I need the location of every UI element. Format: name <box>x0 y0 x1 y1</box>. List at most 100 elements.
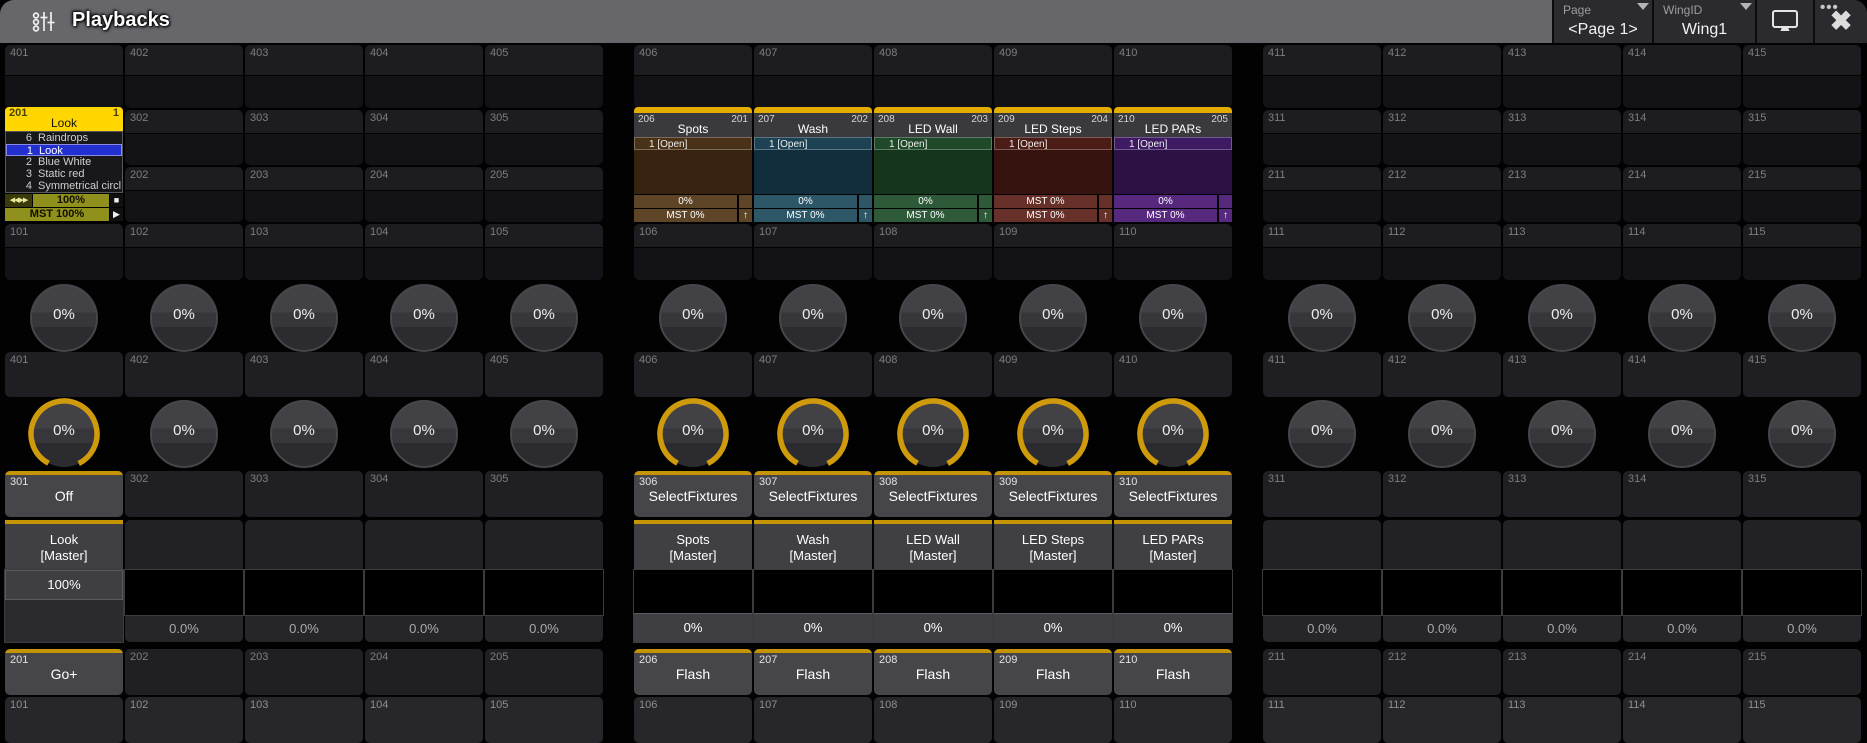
wash-master-fader[interactable]: Wash[Master]0% <box>754 520 872 642</box>
value-bar-row[interactable]: MST 0% <box>994 195 1112 208</box>
encoder-knob-1-2[interactable]: 0% <box>151 285 217 351</box>
selectfixtures-button-306[interactable]: SelectFixtures306 <box>634 471 752 517</box>
executor-cell-103[interactable]: 103 <box>245 697 363 743</box>
executor-cell-213[interactable]: 213 <box>1503 649 1621 695</box>
executor-cell-211[interactable]: 211 <box>1263 167 1381 222</box>
fader-slot-empty[interactable]: 0.0% <box>1263 520 1381 642</box>
executor-cell-212[interactable]: 212 <box>1383 167 1501 222</box>
master-bar-row[interactable]: MST 0%↑ <box>634 209 752 222</box>
encoder-knob-2-9[interactable]: 0% <box>1020 401 1086 467</box>
executor-cell-411[interactable]: 411 <box>1263 352 1381 397</box>
cue-widget-led-pars[interactable]: 210205LED PARs1 [Open]0%MST 0%↑ <box>1114 107 1232 222</box>
executor-cell-106[interactable]: 106 <box>634 224 752 280</box>
value-bar[interactable]: 100% <box>33 194 109 207</box>
executor-cell-403[interactable]: 403 <box>245 45 363 108</box>
stop-button[interactable]: ■ <box>110 194 123 207</box>
executor-cell-413[interactable]: 413 <box>1503 352 1621 397</box>
flash-button-207[interactable]: Flash207 <box>754 649 872 695</box>
encoder-knob-2-8[interactable]: 0% <box>900 401 966 467</box>
page-select[interactable]: Page <Page 1> <box>1552 0 1652 43</box>
cue-widget-led-steps[interactable]: 209204LED Steps1 [Open]MST 0%MST 0%↑ <box>994 107 1112 222</box>
fader-slot-empty[interactable]: 0.0% <box>365 520 483 642</box>
cue-widget-spots[interactable]: 206201Spots1 [Open]0%MST 0%↑ <box>634 107 752 222</box>
executor-cell-304[interactable]: 304 <box>365 110 483 165</box>
executor-cell-305[interactable]: 305 <box>485 471 603 517</box>
encoder-knob-2-7[interactable]: 0% <box>780 401 846 467</box>
off-button-301[interactable]: Off301 <box>5 471 123 517</box>
executor-cell-202[interactable]: 202 <box>125 649 243 695</box>
executor-cell-115[interactable]: 115 <box>1743 697 1861 743</box>
executor-cell-405[interactable]: 405 <box>485 352 603 397</box>
executor-cell-412[interactable]: 412 <box>1383 352 1501 397</box>
executor-cell-204[interactable]: 204 <box>365 649 483 695</box>
value-bar-row[interactable]: 0% <box>874 195 992 208</box>
executor-cell-105[interactable]: 105 <box>485 224 603 280</box>
executor-cell-112[interactable]: 112 <box>1383 224 1501 280</box>
executor-cell-303[interactable]: 303 <box>245 110 363 165</box>
executor-cell-409[interactable]: 409 <box>994 352 1112 397</box>
executor-cell-303[interactable]: 303 <box>245 471 363 517</box>
cue-list-item[interactable]: 3Static red <box>6 168 122 180</box>
executor-cell-415[interactable]: 415 <box>1743 352 1861 397</box>
encoder-knob-1-9[interactable]: 0% <box>1020 285 1086 351</box>
executor-cell-413[interactable]: 413 <box>1503 45 1621 108</box>
value-bar-row[interactable]: 0% <box>1114 195 1232 208</box>
value-bar-row[interactable]: 0% <box>634 195 752 208</box>
executor-cell-112[interactable]: 112 <box>1383 697 1501 743</box>
executor-cell-410[interactable]: 410 <box>1114 45 1232 108</box>
executor-cell-414[interactable]: 414 <box>1623 352 1741 397</box>
fader-slot-empty[interactable]: 0.0% <box>485 520 603 642</box>
executor-cell-111[interactable]: 111 <box>1263 224 1381 280</box>
executor-cell-108[interactable]: 108 <box>874 224 992 280</box>
executor-cell-101[interactable]: 101 <box>5 224 123 280</box>
master-bar-row[interactable]: MST 0%↑ <box>874 209 992 222</box>
encoder-knob-1-14[interactable]: 0% <box>1649 285 1715 351</box>
executor-cell-414[interactable]: 414 <box>1623 45 1741 108</box>
master-bar-row[interactable]: MST 0%↑ <box>994 209 1112 222</box>
cue-widget-led-wall[interactable]: 208203LED Wall1 [Open]0%MST 0%↑ <box>874 107 992 222</box>
encoder-knob-2-12[interactable]: 0% <box>1409 401 1475 467</box>
encoder-knob-2-1[interactable]: 0% <box>31 401 97 467</box>
executor-cell-304[interactable]: 304 <box>365 471 483 517</box>
executor-cell-215[interactable]: 215 <box>1743 167 1861 222</box>
flash-button-206[interactable]: Flash206 <box>634 649 752 695</box>
flash-button-210[interactable]: Flash210 <box>1114 649 1232 695</box>
monitor-button[interactable] <box>1755 0 1813 43</box>
executor-cell-205[interactable]: 205 <box>485 167 603 222</box>
look-master-fader[interactable]: Look[Master]100% <box>5 520 123 642</box>
executor-cell-402[interactable]: 402 <box>125 352 243 397</box>
executor-cell-408[interactable]: 408 <box>874 45 992 108</box>
executor-cell-402[interactable]: 402 <box>125 45 243 108</box>
encoder-knob-1-15[interactable]: 0% <box>1769 285 1835 351</box>
look-cue-widget[interactable]: 2011Look6Raindrops1Look2Blue White3Stati… <box>5 107 123 224</box>
executor-cell-212[interactable]: 212 <box>1383 649 1501 695</box>
wing-id-select[interactable]: WingID Wing1 <box>1652 0 1755 43</box>
executor-cell-110[interactable]: 110 <box>1114 224 1232 280</box>
executor-cell-311[interactable]: 311 <box>1263 471 1381 517</box>
executor-cell-113[interactable]: 113 <box>1503 224 1621 280</box>
executor-cell-109[interactable]: 109 <box>994 697 1112 743</box>
encoder-knob-2-15[interactable]: 0% <box>1769 401 1835 467</box>
executor-cell-409[interactable]: 409 <box>994 45 1112 108</box>
executor-cell-312[interactable]: 312 <box>1383 110 1501 165</box>
encoder-knob-1-12[interactable]: 0% <box>1409 285 1475 351</box>
encoder-knob-1-13[interactable]: 0% <box>1529 285 1595 351</box>
flash-button-209[interactable]: Flash209 <box>994 649 1112 695</box>
executor-cell-411[interactable]: 411 <box>1263 45 1381 108</box>
encoder-knob-1-8[interactable]: 0% <box>900 285 966 351</box>
encoder-knob-2-10[interactable]: 0% <box>1140 401 1206 467</box>
executor-cell-315[interactable]: 315 <box>1743 471 1861 517</box>
executor-cell-111[interactable]: 111 <box>1263 697 1381 743</box>
executor-cell-404[interactable]: 404 <box>365 45 483 108</box>
encoder-knob-1-1[interactable]: 0% <box>31 285 97 351</box>
encoder-knob-1-7[interactable]: 0% <box>780 285 846 351</box>
executor-cell-313[interactable]: 313 <box>1503 471 1621 517</box>
led-pars-master-fader[interactable]: LED PARs[Master]0% <box>1114 520 1232 642</box>
executor-cell-103[interactable]: 103 <box>245 224 363 280</box>
selectfixtures-button-310[interactable]: SelectFixtures310 <box>1114 471 1232 517</box>
encoder-knob-2-6[interactable]: 0% <box>660 401 726 467</box>
led-steps-master-fader[interactable]: LED Steps[Master]0% <box>994 520 1112 642</box>
executor-cell-406[interactable]: 406 <box>634 45 752 108</box>
executor-cell-403[interactable]: 403 <box>245 352 363 397</box>
executor-cell-312[interactable]: 312 <box>1383 471 1501 517</box>
